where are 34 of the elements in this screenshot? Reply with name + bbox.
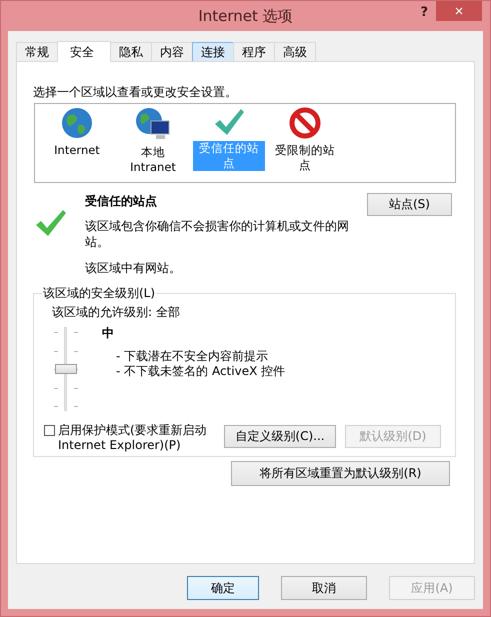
zone-item[interactable]: Internet: [53, 143, 101, 158]
checkmark-icon: [35, 209, 67, 237]
tab[interactable]: 常规: [16, 42, 58, 61]
sites-button[interactable]: 站点(S): [367, 193, 452, 216]
level-name: 中: [102, 325, 115, 342]
level-button[interactable]: 自定义级别(C)...: [224, 425, 336, 448]
globe-icon: [61, 107, 93, 139]
instruction-text: 选择一个区域以查看或更改安全设置。: [33, 84, 238, 101]
reset-button[interactable]: 将所有区域重置为默认级别(R): [231, 461, 450, 486]
checkbox-label[interactable]: 启用保护模式(要求重新启动 Internet Explorer)(P): [58, 423, 224, 453]
tab[interactable]: 隐私: [110, 42, 152, 61]
dialog-button[interactable]: 取消: [281, 576, 367, 600]
checkmark-icon: [213, 107, 245, 137]
globe-computer-icon: [135, 107, 171, 141]
close-button[interactable]: ×: [436, 1, 482, 21]
zone-description: 该区域包含你确信不会损害你的计算机或文件的网站。: [85, 218, 350, 250]
tab[interactable]: 连接: [192, 42, 234, 61]
zone-title: 受信任的站点: [85, 193, 158, 210]
group-label: 该区域的安全级别(L): [42, 285, 156, 302]
tab[interactable]: 程序: [233, 42, 275, 61]
dialog-button[interactable]: 确定: [187, 576, 259, 600]
tab[interactable]: 安全: [57, 41, 111, 62]
level-description: - 下载潜在不安全内容前提示: [116, 349, 270, 364]
prohibited-icon: [289, 107, 321, 139]
window-title: Internet 选项: [198, 6, 293, 26]
checkbox[interactable]: [44, 425, 55, 436]
level-description: - 不下载未签名的 ActiveX 控件: [116, 364, 286, 379]
zone-note: 该区域中有网站。: [85, 260, 182, 277]
zone-item[interactable]: 受限制的站点: [269, 143, 341, 173]
allowed-level-text: 该区域的允许级别: 全部: [52, 304, 181, 321]
tab[interactable]: 高级: [274, 42, 316, 61]
zone-item[interactable]: 本地 Intranet: [117, 145, 189, 175]
help-button[interactable]: ?: [416, 5, 432, 20]
slider-thumb[interactable]: [55, 364, 77, 374]
